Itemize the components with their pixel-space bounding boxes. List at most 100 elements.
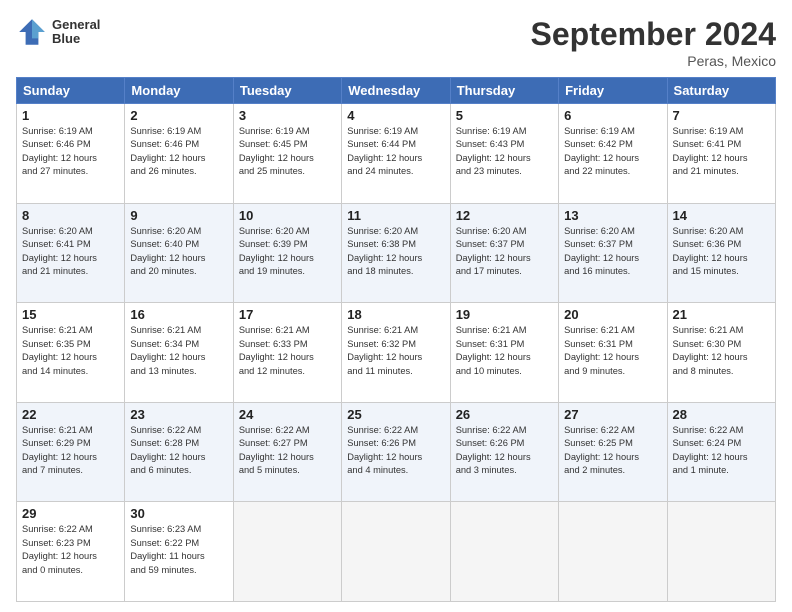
logo-text: General Blue	[52, 18, 100, 47]
day-info: Sunrise: 6:19 AM Sunset: 6:44 PM Dayligh…	[347, 125, 444, 179]
col-sunday: Sunday	[17, 78, 125, 104]
calendar-cell: 21 Sunrise: 6:21 AM Sunset: 6:30 PM Dayli…	[667, 303, 775, 403]
calendar-cell: 5 Sunrise: 6:19 AM Sunset: 6:43 PM Daylig…	[450, 104, 558, 204]
day-number: 5	[456, 108, 553, 123]
day-info: Sunrise: 6:22 AM Sunset: 6:24 PM Dayligh…	[673, 424, 770, 478]
day-info: Sunrise: 6:22 AM Sunset: 6:28 PM Dayligh…	[130, 424, 227, 478]
calendar-cell	[559, 502, 667, 602]
day-number: 8	[22, 208, 119, 223]
day-info: Sunrise: 6:23 AM Sunset: 6:22 PM Dayligh…	[130, 523, 227, 577]
day-number: 16	[130, 307, 227, 322]
day-info: Sunrise: 6:21 AM Sunset: 6:35 PM Dayligh…	[22, 324, 119, 378]
col-wednesday: Wednesday	[342, 78, 450, 104]
logo-icon	[16, 16, 48, 48]
calendar-cell: 18 Sunrise: 6:21 AM Sunset: 6:32 PM Dayli…	[342, 303, 450, 403]
day-info: Sunrise: 6:20 AM Sunset: 6:41 PM Dayligh…	[22, 225, 119, 279]
header: General Blue September 2024 Peras, Mexic…	[16, 16, 776, 69]
calendar-cell: 3 Sunrise: 6:19 AM Sunset: 6:45 PM Daylig…	[233, 104, 341, 204]
calendar-cell: 26 Sunrise: 6:22 AM Sunset: 6:26 PM Dayli…	[450, 402, 558, 502]
calendar-week-row: 29Sunrise: 6:22 AM Sunset: 6:23 PM Dayli…	[17, 502, 776, 602]
day-number: 9	[130, 208, 227, 223]
day-number: 26	[456, 407, 553, 422]
calendar-cell: 28 Sunrise: 6:22 AM Sunset: 6:24 PM Dayli…	[667, 402, 775, 502]
day-info: Sunrise: 6:20 AM Sunset: 6:37 PM Dayligh…	[564, 225, 661, 279]
calendar-cell: 15Sunrise: 6:21 AM Sunset: 6:35 PM Dayli…	[17, 303, 125, 403]
calendar-cell: 4 Sunrise: 6:19 AM Sunset: 6:44 PM Daylig…	[342, 104, 450, 204]
calendar-cell: 8 Sunrise: 6:20 AM Sunset: 6:41 PM Daylig…	[17, 203, 125, 303]
col-tuesday: Tuesday	[233, 78, 341, 104]
day-info: Sunrise: 6:19 AM Sunset: 6:46 PM Dayligh…	[22, 125, 119, 179]
day-info: Sunrise: 6:20 AM Sunset: 6:38 PM Dayligh…	[347, 225, 444, 279]
day-info: Sunrise: 6:22 AM Sunset: 6:26 PM Dayligh…	[456, 424, 553, 478]
day-info: Sunrise: 6:19 AM Sunset: 6:46 PM Dayligh…	[130, 125, 227, 179]
day-number: 22	[22, 407, 119, 422]
day-number: 6	[564, 108, 661, 123]
calendar-cell: 10 Sunrise: 6:20 AM Sunset: 6:39 PM Dayli…	[233, 203, 341, 303]
day-info: Sunrise: 6:20 AM Sunset: 6:39 PM Dayligh…	[239, 225, 336, 279]
day-number: 17	[239, 307, 336, 322]
calendar-week-row: 22Sunrise: 6:21 AM Sunset: 6:29 PM Dayli…	[17, 402, 776, 502]
day-info: Sunrise: 6:22 AM Sunset: 6:23 PM Dayligh…	[22, 523, 119, 577]
logo-line2: Blue	[52, 32, 100, 46]
day-info: Sunrise: 6:19 AM Sunset: 6:45 PM Dayligh…	[239, 125, 336, 179]
calendar-cell	[667, 502, 775, 602]
calendar-table: Sunday Monday Tuesday Wednesday Thursday…	[16, 77, 776, 602]
logo-line1: General	[52, 18, 100, 32]
day-number: 21	[673, 307, 770, 322]
calendar-cell: 11 Sunrise: 6:20 AM Sunset: 6:38 PM Dayli…	[342, 203, 450, 303]
day-number: 4	[347, 108, 444, 123]
day-info: Sunrise: 6:19 AM Sunset: 6:43 PM Dayligh…	[456, 125, 553, 179]
calendar-cell: 7 Sunrise: 6:19 AM Sunset: 6:41 PM Daylig…	[667, 104, 775, 204]
calendar-cell: 24Sunrise: 6:22 AM Sunset: 6:27 PM Dayli…	[233, 402, 341, 502]
day-number: 11	[347, 208, 444, 223]
page: General Blue September 2024 Peras, Mexic…	[0, 0, 792, 612]
calendar-week-row: 1Sunrise: 6:19 AM Sunset: 6:46 PM Daylig…	[17, 104, 776, 204]
day-number: 25	[347, 407, 444, 422]
day-number: 27	[564, 407, 661, 422]
calendar-cell: 1Sunrise: 6:19 AM Sunset: 6:46 PM Daylig…	[17, 104, 125, 204]
day-info: Sunrise: 6:20 AM Sunset: 6:37 PM Dayligh…	[456, 225, 553, 279]
day-info: Sunrise: 6:21 AM Sunset: 6:32 PM Dayligh…	[347, 324, 444, 378]
col-friday: Friday	[559, 78, 667, 104]
col-saturday: Saturday	[667, 78, 775, 104]
location: Peras, Mexico	[531, 53, 776, 69]
day-number: 13	[564, 208, 661, 223]
day-info: Sunrise: 6:20 AM Sunset: 6:36 PM Dayligh…	[673, 225, 770, 279]
calendar-cell: 20 Sunrise: 6:21 AM Sunset: 6:31 PM Dayli…	[559, 303, 667, 403]
day-number: 28	[673, 407, 770, 422]
col-monday: Monday	[125, 78, 233, 104]
logo: General Blue	[16, 16, 100, 48]
calendar-cell: 2 Sunrise: 6:19 AM Sunset: 6:46 PM Daylig…	[125, 104, 233, 204]
day-number: 14	[673, 208, 770, 223]
day-info: Sunrise: 6:21 AM Sunset: 6:34 PM Dayligh…	[130, 324, 227, 378]
calendar-cell: 9 Sunrise: 6:20 AM Sunset: 6:40 PM Daylig…	[125, 203, 233, 303]
day-info: Sunrise: 6:20 AM Sunset: 6:40 PM Dayligh…	[130, 225, 227, 279]
calendar-cell: 29Sunrise: 6:22 AM Sunset: 6:23 PM Dayli…	[17, 502, 125, 602]
day-info: Sunrise: 6:22 AM Sunset: 6:26 PM Dayligh…	[347, 424, 444, 478]
day-number: 18	[347, 307, 444, 322]
day-info: Sunrise: 6:19 AM Sunset: 6:42 PM Dayligh…	[564, 125, 661, 179]
calendar-cell	[233, 502, 341, 602]
calendar-cell: 6 Sunrise: 6:19 AM Sunset: 6:42 PM Daylig…	[559, 104, 667, 204]
day-info: Sunrise: 6:21 AM Sunset: 6:31 PM Dayligh…	[564, 324, 661, 378]
day-info: Sunrise: 6:19 AM Sunset: 6:41 PM Dayligh…	[673, 125, 770, 179]
calendar-week-row: 15Sunrise: 6:21 AM Sunset: 6:35 PM Dayli…	[17, 303, 776, 403]
calendar-cell: 30Sunrise: 6:23 AM Sunset: 6:22 PM Dayli…	[125, 502, 233, 602]
day-number: 12	[456, 208, 553, 223]
calendar-cell: 13 Sunrise: 6:20 AM Sunset: 6:37 PM Dayli…	[559, 203, 667, 303]
calendar-cell: 16 Sunrise: 6:21 AM Sunset: 6:34 PM Dayli…	[125, 303, 233, 403]
day-info: Sunrise: 6:22 AM Sunset: 6:27 PM Dayligh…	[239, 424, 336, 478]
day-number: 7	[673, 108, 770, 123]
calendar-cell	[342, 502, 450, 602]
day-number: 10	[239, 208, 336, 223]
day-number: 2	[130, 108, 227, 123]
calendar-cell: 12 Sunrise: 6:20 AM Sunset: 6:37 PM Dayli…	[450, 203, 558, 303]
calendar-week-row: 8 Sunrise: 6:20 AM Sunset: 6:41 PM Daylig…	[17, 203, 776, 303]
title-block: September 2024 Peras, Mexico	[531, 16, 776, 69]
calendar-cell: 23Sunrise: 6:22 AM Sunset: 6:28 PM Dayli…	[125, 402, 233, 502]
day-number: 20	[564, 307, 661, 322]
day-number: 3	[239, 108, 336, 123]
day-info: Sunrise: 6:21 AM Sunset: 6:31 PM Dayligh…	[456, 324, 553, 378]
day-number: 19	[456, 307, 553, 322]
day-info: Sunrise: 6:21 AM Sunset: 6:30 PM Dayligh…	[673, 324, 770, 378]
